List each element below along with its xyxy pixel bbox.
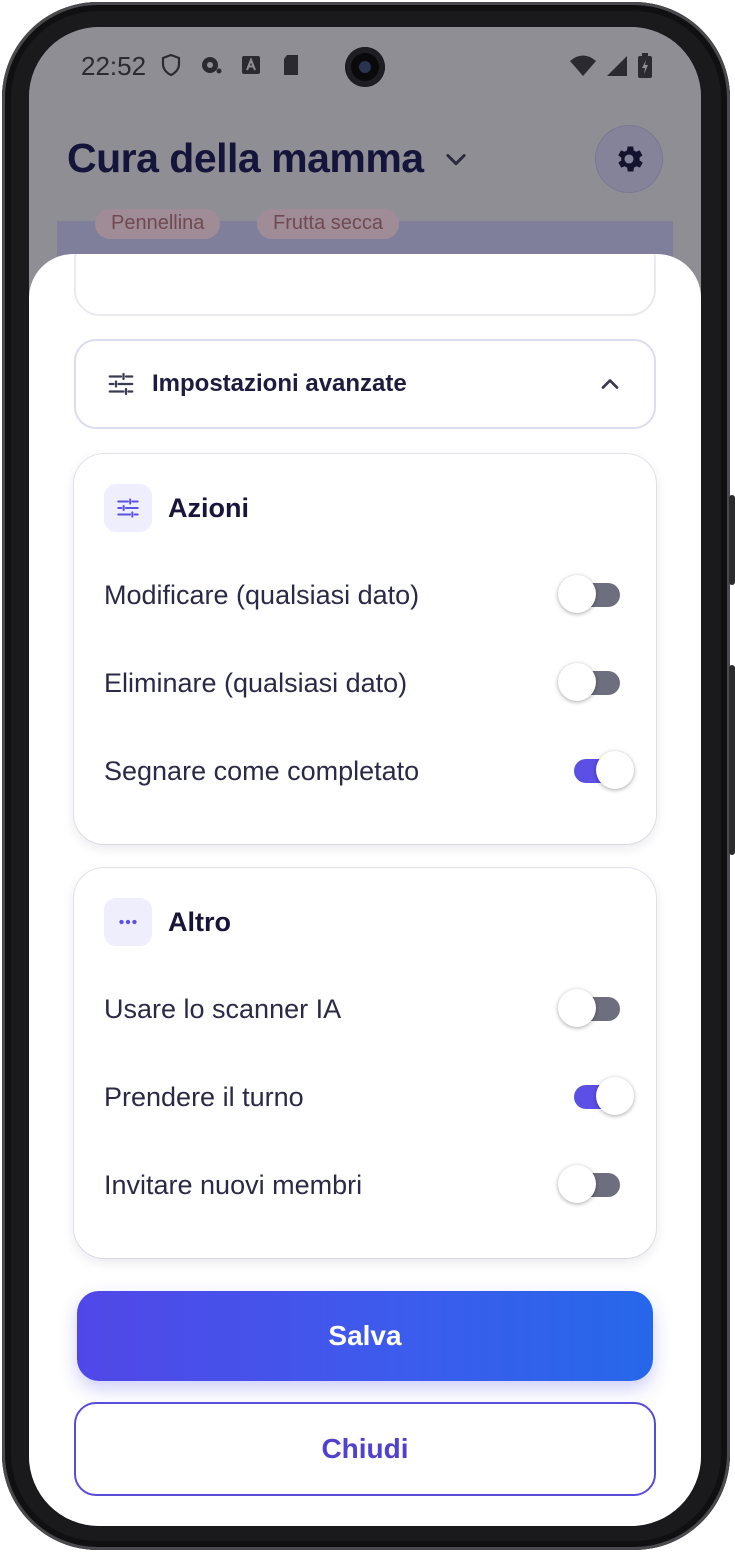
toggle-row-invitare: Invitare nuovi membri [104, 1165, 624, 1205]
save-button[interactable]: Salva [77, 1291, 653, 1381]
page-title: Cura della mamma [67, 135, 424, 181]
battery-charging-icon [638, 53, 652, 78]
toggle-label: Prendere il turno [104, 1081, 304, 1112]
more-horizontal-icon [119, 919, 137, 925]
side-button [729, 495, 735, 585]
switch-thumb [558, 575, 596, 613]
section-azioni: Azioni Modificare (qualsiasi dato) Elimi… [74, 454, 656, 844]
background-chip: Frutta secca [257, 209, 400, 239]
advanced-settings-toggle[interactable]: Impostazioni avanzate [74, 339, 656, 429]
shield-icon [161, 53, 181, 77]
settings-button[interactable] [595, 125, 663, 193]
status-time: 22:52 [81, 51, 147, 81]
toggle-switch-scanner[interactable] [558, 989, 624, 1029]
section-title: Azioni [168, 492, 249, 523]
toggle-label: Segnare come completato [104, 755, 420, 786]
toggle-switch-turno[interactable] [560, 1077, 634, 1117]
section-title: Altro [168, 906, 231, 937]
font-a-icon [242, 56, 260, 74]
switch-thumb [558, 989, 596, 1027]
wifi-icon [570, 55, 596, 76]
toggle-switch-eliminare[interactable] [558, 663, 624, 703]
app-title-row[interactable]: Cura della mamma [67, 135, 470, 182]
switch-thumb [596, 751, 634, 789]
sd-card-icon [284, 55, 298, 75]
tune-icon [117, 498, 139, 518]
close-button[interactable]: Chiudi [74, 1402, 656, 1496]
section-header: Azioni [104, 484, 249, 532]
section-icon-box [104, 898, 152, 946]
toggle-label: Modificare (qualsiasi dato) [104, 579, 420, 610]
status-icons-left [159, 53, 303, 77]
previous-card [74, 254, 656, 316]
toggle-label: Usare lo scanner IA [104, 993, 342, 1024]
status-bar: 22:52 [29, 27, 701, 107]
tune-icon [108, 372, 134, 396]
toggle-row-eliminare: Eliminare (qualsiasi dato) [104, 663, 624, 703]
toggle-switch-modificare[interactable] [558, 575, 624, 615]
toggle-row-scanner: Usare lo scanner IA [104, 989, 624, 1029]
switch-thumb [558, 663, 596, 701]
screen: 22:52 Cura della mamma Pennellina Frutta… [29, 27, 701, 1526]
section-icon-box [104, 484, 152, 532]
gear-icon [618, 146, 643, 172]
notification-icon [202, 57, 222, 74]
toggle-row-turno: Prendere il turno [104, 1077, 634, 1117]
toggle-row-completato: Segnare come completato [104, 751, 634, 791]
signal-icon [607, 56, 627, 76]
toggle-row-modificare: Modificare (qualsiasi dato) [104, 575, 624, 615]
switch-thumb [596, 1077, 634, 1115]
bottom-sheet: Impostazioni avanzate Azioni Modificare … [29, 254, 701, 1526]
background-chip: Pennellina [95, 209, 221, 239]
advanced-settings-title: Impostazioni avanzate [152, 370, 407, 397]
toggle-label: Invitare nuovi membri [104, 1169, 363, 1200]
chevron-up-icon [601, 379, 619, 389]
toggle-switch-completato[interactable] [560, 751, 634, 791]
front-camera [345, 47, 385, 87]
chevron-down-icon[interactable] [442, 145, 470, 173]
toggle-switch-invitare[interactable] [558, 1165, 624, 1205]
side-button [729, 665, 735, 855]
switch-thumb [558, 1165, 596, 1203]
toggle-label: Eliminare (qualsiasi dato) [104, 667, 408, 698]
status-icons-right [569, 53, 653, 79]
section-header: Altro [104, 898, 231, 946]
section-altro: Altro Usare lo scanner IA Prendere il tu… [74, 868, 656, 1258]
